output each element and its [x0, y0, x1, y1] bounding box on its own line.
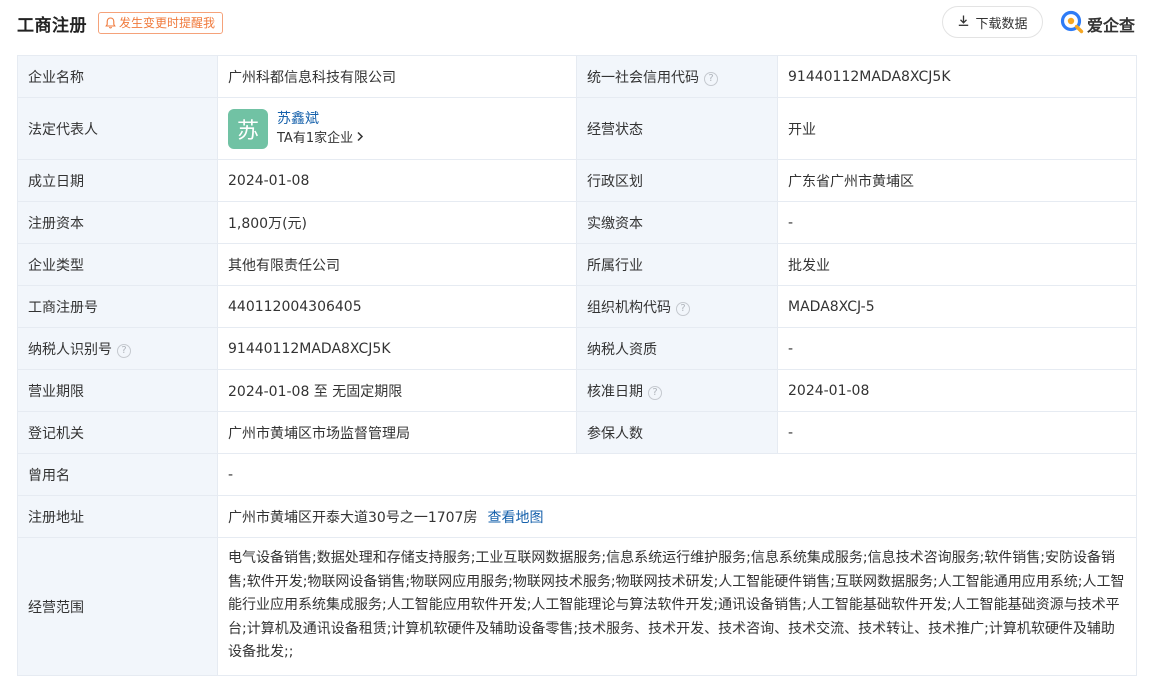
brand-logo-icon	[1060, 10, 1084, 38]
table-row: 营业期限 2024-01-08 至 无固定期限 核准日期? 2024-01-08	[17, 369, 1137, 412]
help-icon[interactable]: ?	[704, 71, 718, 86]
scope-label: 经营范围	[17, 537, 218, 676]
section-header: 工商注册 发生变更时提醒我 下载数据 爱企查	[0, 0, 1150, 46]
legal-rep-label: 法定代表人	[17, 97, 218, 160]
chevron-right-icon	[356, 129, 364, 149]
help-icon[interactable]: ?	[676, 301, 690, 316]
legal-rep-related-label: TA有1家企业	[277, 130, 354, 146]
table-row: 注册资本 1,800万(元) 实缴资本 -	[17, 201, 1137, 244]
founded-label: 成立日期	[17, 159, 218, 202]
table-row: 工商注册号 440112004306405 组织机构代码? MADA8XCJ-5	[17, 285, 1137, 328]
table-row: 曾用名 -	[17, 453, 1137, 496]
table-row: 企业名称 广州科都信息科技有限公司 统一社会信用代码? 91440112MADA…	[17, 55, 1137, 98]
company-name-value: 广州科都信息科技有限公司	[217, 55, 577, 98]
approval-date-value: 2024-01-08	[777, 369, 1137, 412]
term-value: 2024-01-08 至 无固定期限	[217, 369, 577, 412]
registration-table: 企业名称 广州科都信息科技有限公司 统一社会信用代码? 91440112MADA…	[17, 55, 1137, 676]
taxpayer-id-label-cell: 纳税人识别号?	[17, 327, 218, 370]
status-value: 开业	[777, 97, 1137, 160]
reg-number-label: 工商注册号	[17, 285, 218, 328]
view-map-link[interactable]: 查看地图	[487, 510, 543, 526]
reg-number-value: 440112004306405	[217, 285, 577, 328]
table-row: 法定代表人 苏 苏鑫斌 TA有1家企业 经营状态 开业	[17, 97, 1137, 160]
paid-capital-label: 实缴资本	[576, 201, 778, 244]
brand-name: 爱企查	[1087, 16, 1136, 35]
industry-label: 所属行业	[576, 243, 778, 286]
legal-rep-related-link[interactable]: TA有1家企业	[277, 129, 364, 149]
company-name-label: 企业名称	[17, 55, 218, 98]
credit-code-label-cell: 统一社会信用代码?	[576, 55, 778, 98]
former-name-value: -	[217, 453, 1137, 496]
address-label: 注册地址	[17, 495, 218, 538]
founded-value: 2024-01-08	[217, 159, 577, 202]
company-type-value: 其他有限责任公司	[217, 243, 577, 286]
region-value: 广东省广州市黄埔区	[777, 159, 1137, 202]
status-label: 经营状态	[576, 97, 778, 160]
org-code-label-cell: 组织机构代码?	[576, 285, 778, 328]
help-icon[interactable]: ?	[648, 385, 662, 400]
change-remind-label: 发生变更时提醒我	[119, 16, 216, 30]
table-row: 企业类型 其他有限责任公司 所属行业 批发业	[17, 243, 1137, 286]
table-row: 经营范围 电气设备销售;数据处理和存储支持服务;工业互联网数据服务;信息系统运行…	[17, 537, 1137, 676]
taxpayer-id-value: 91440112MADA8XCJ5K	[217, 327, 577, 370]
taxpayer-qual-label: 纳税人资质	[576, 327, 778, 370]
term-label: 营业期限	[17, 369, 218, 412]
authority-value: 广州市黄埔区市场监督管理局	[217, 411, 577, 454]
org-code-value: MADA8XCJ-5	[777, 285, 1137, 328]
help-icon[interactable]: ?	[117, 343, 131, 358]
table-row: 成立日期 2024-01-08 行政区划 广东省广州市黄埔区	[17, 159, 1137, 202]
reg-capital-value: 1,800万(元)	[217, 201, 577, 244]
section-title: 工商注册	[17, 16, 87, 36]
org-code-label: 组织机构代码	[587, 299, 671, 316]
paid-capital-value: -	[777, 201, 1137, 244]
address-cell: 广州市黄埔区开泰大道30号之一1707房 查看地图	[217, 495, 1137, 538]
legal-rep-cell: 苏 苏鑫斌 TA有1家企业	[217, 97, 577, 160]
insured-value: -	[777, 411, 1137, 454]
taxpayer-id-label: 纳税人识别号	[28, 341, 112, 358]
reg-capital-label: 注册资本	[17, 201, 218, 244]
scope-value: 电气设备销售;数据处理和存储支持服务;工业互联网数据服务;信息系统运行维护服务;…	[217, 537, 1137, 676]
approval-date-label-cell: 核准日期?	[576, 369, 778, 412]
avatar[interactable]: 苏	[228, 108, 268, 149]
brand-logo: 爱企查	[1060, 10, 1135, 38]
table-row: 注册地址 广州市黄埔区开泰大道30号之一1707房 查看地图	[17, 495, 1137, 538]
authority-label: 登记机关	[17, 411, 218, 454]
credit-code-value: 91440112MADA8XCJ5K	[777, 55, 1137, 98]
company-type-label: 企业类型	[17, 243, 218, 286]
download-icon	[957, 14, 970, 31]
region-label: 行政区划	[576, 159, 778, 202]
legal-rep-name-link[interactable]: 苏鑫斌	[277, 109, 364, 129]
bell-icon	[105, 17, 116, 29]
taxpayer-qual-value: -	[777, 327, 1137, 370]
insured-label: 参保人数	[576, 411, 778, 454]
address-value: 广州市黄埔区开泰大道30号之一1707房	[228, 509, 478, 526]
credit-code-label: 统一社会信用代码	[587, 69, 699, 86]
change-remind-button[interactable]: 发生变更时提醒我	[98, 12, 224, 34]
download-data-label: 下载数据	[975, 16, 1028, 32]
former-name-label: 曾用名	[17, 453, 218, 496]
table-row: 登记机关 广州市黄埔区市场监督管理局 参保人数 -	[17, 411, 1137, 454]
download-data-button[interactable]: 下载数据	[942, 6, 1043, 38]
industry-value: 批发业	[777, 243, 1137, 286]
table-row: 纳税人识别号? 91440112MADA8XCJ5K 纳税人资质 -	[17, 327, 1137, 370]
approval-date-label: 核准日期	[587, 383, 643, 400]
